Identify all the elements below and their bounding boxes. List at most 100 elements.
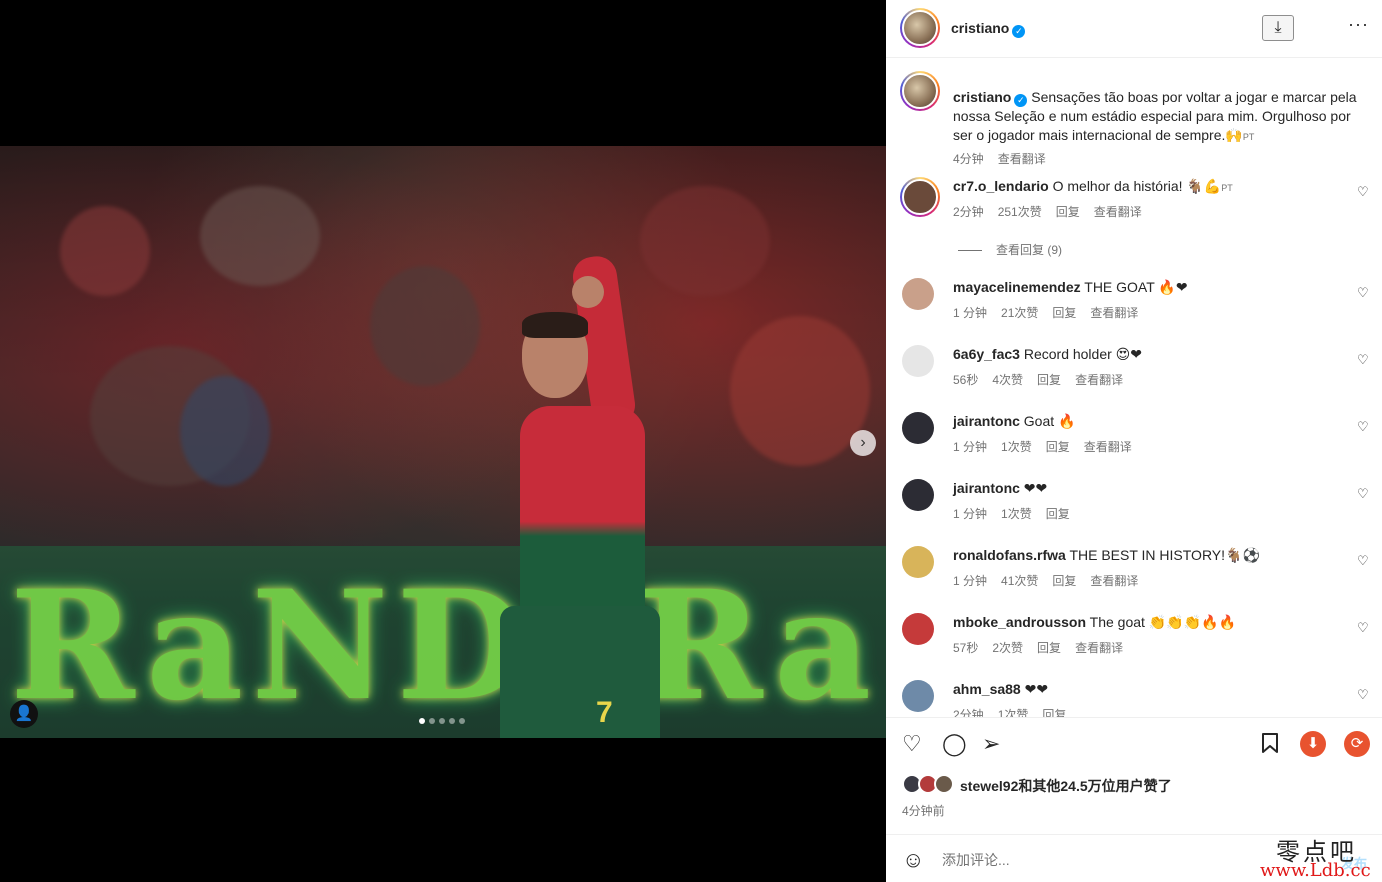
view-replies-link[interactable]: 查看回复 (9)	[958, 241, 1062, 258]
comment-like-icon[interactable]: ♡	[1357, 285, 1369, 301]
player-fist	[572, 276, 604, 308]
language-tag: PT	[1242, 132, 1255, 142]
author-username-text[interactable]: cristiano	[951, 20, 1009, 36]
caption-username[interactable]: cristiano	[953, 89, 1011, 105]
reply-link[interactable]: 回复	[1056, 205, 1080, 219]
comment-like-count[interactable]: 1次赞	[1001, 507, 1032, 521]
comment-row: cr7.o_lendario O melhor da história! 🐐💪P…	[900, 177, 1370, 237]
carousel-dot	[449, 718, 455, 724]
comment-row: mboke_androusson The goat 👏👏👏🔥🔥 57秒 2次赞 回复查…	[900, 613, 1370, 673]
commenter-avatar[interactable]	[902, 680, 934, 712]
carousel-dot	[439, 718, 445, 724]
comment-body: ahm_sa88 ❤❤	[953, 681, 1048, 698]
download-icon[interactable]: ⤓	[1262, 15, 1294, 41]
comment-time: 1 分钟	[953, 440, 988, 454]
comment-like-icon[interactable]: ♡	[1357, 687, 1369, 703]
crowd-blob	[200, 186, 320, 286]
commenter-avatar[interactable]	[902, 345, 934, 377]
comment-like-count[interactable]: 21次赞	[1001, 306, 1038, 320]
comment-time: 2分钟	[953, 708, 984, 717]
comment-text: Goat 🔥	[1023, 413, 1076, 429]
comment-like-count[interactable]: 1次赞	[1001, 440, 1032, 454]
reply-link[interactable]: 回复	[1042, 708, 1066, 717]
commenter-username[interactable]: jairantonc	[953, 413, 1020, 429]
comment-like-icon[interactable]: ♡	[1357, 184, 1369, 200]
reply-link[interactable]: 回复	[1037, 373, 1061, 387]
comment-like-icon[interactable]: ♡	[1357, 553, 1369, 569]
comment-text: Record holder 😍❤	[1023, 346, 1142, 362]
commenter-avatar[interactable]	[902, 613, 934, 645]
crowd-blob	[640, 186, 770, 296]
reply-link[interactable]: 回复	[1037, 641, 1061, 655]
comment-like-icon[interactable]: ♡	[1357, 352, 1369, 368]
commenter-username[interactable]: 6a6y_fac3	[953, 346, 1020, 362]
caption-meta: 4分钟 查看翻译	[953, 150, 1060, 167]
reply-link[interactable]: 回复	[1052, 306, 1076, 320]
crowd-blob	[730, 316, 870, 466]
comment-meta: 2分钟 251次赞 回复 查看翻译	[953, 203, 1156, 220]
download-media-icon[interactable]: ⬇	[1300, 731, 1326, 757]
commenter-username[interactable]: jairantonc	[953, 480, 1020, 496]
see-translation-link[interactable]: 查看翻译	[1094, 205, 1142, 219]
comment-like-icon[interactable]: ♡	[1357, 419, 1369, 435]
comment-time: 1 分钟	[953, 574, 988, 588]
tagged-users-icon[interactable]: 👤	[10, 700, 38, 728]
comment-like-icon[interactable]: ♡	[1357, 620, 1369, 636]
reply-link[interactable]: 回复	[1046, 440, 1070, 454]
commenter-username[interactable]: mayacelinemendez	[953, 279, 1081, 295]
carousel-dot	[429, 718, 435, 724]
commenter-avatar[interactable]	[902, 479, 934, 511]
author-username[interactable]: cristiano ✓	[951, 20, 1026, 38]
comments-list[interactable]: cristiano ✓ Sensações tão boas por voltar…	[886, 59, 1382, 717]
caption-emoji: 🙌	[1225, 128, 1243, 144]
commenter-avatar[interactable]	[902, 412, 934, 444]
comment-text: O melhor da história! 🐐💪	[1052, 178, 1222, 194]
comment-like-count[interactable]: 4次赞	[992, 373, 1023, 387]
emoji-icon[interactable]: ☺	[902, 848, 924, 872]
see-translation-link[interactable]: 查看翻译	[1090, 306, 1138, 320]
crowd-blob	[370, 266, 480, 386]
commenter-username[interactable]: cr7.o_lendario	[953, 178, 1049, 194]
comment-like-count[interactable]: 41次赞	[1001, 574, 1038, 588]
comment-icon[interactable]: ◯	[942, 732, 967, 756]
comment-body: mboke_androusson The goat 👏👏👏🔥🔥	[953, 614, 1236, 631]
commenter-avatar[interactable]	[902, 278, 934, 310]
post-photo[interactable]: RaNDeRa 7	[0, 146, 886, 738]
more-options-icon[interactable]: ···	[1348, 14, 1369, 35]
see-translation-link[interactable]: 查看翻译	[998, 152, 1046, 166]
replies-line	[958, 250, 982, 252]
comment-text: THE GOAT 🔥❤	[1084, 279, 1188, 295]
media-pane: RaNDeRa 7 › 👤	[0, 0, 886, 882]
comment-body: jairantonc Goat 🔥	[953, 413, 1075, 430]
reply-link[interactable]: 回复	[1046, 507, 1070, 521]
comment-body: ronaldofans.rfwa THE BEST IN HISTORY!🐐⚽	[953, 547, 1260, 564]
author-avatar[interactable]	[900, 8, 940, 48]
reply-link[interactable]: 回复	[1052, 574, 1076, 588]
like-icon[interactable]: ♡	[902, 732, 922, 756]
see-translation-link[interactable]: 查看翻译	[1090, 574, 1138, 588]
save-icon[interactable]	[1260, 732, 1280, 760]
view-replies-label[interactable]: 查看回复 (9)	[996, 243, 1062, 257]
crowd-blob	[60, 206, 150, 296]
share-icon[interactable]: ➢	[982, 732, 1000, 756]
next-slide-icon[interactable]: ›	[850, 430, 876, 456]
caption-avatar[interactable]	[900, 71, 940, 111]
commenter-avatar[interactable]	[902, 546, 934, 578]
commenter-username[interactable]: mboke_androusson	[953, 614, 1086, 630]
comment-like-icon[interactable]: ♡	[1357, 486, 1369, 502]
player-hair	[522, 312, 588, 338]
commenter-avatar[interactable]	[900, 177, 940, 217]
see-translation-link[interactable]: 查看翻译	[1084, 440, 1132, 454]
comment-like-count[interactable]: 2次赞	[992, 641, 1023, 655]
commenter-username[interactable]: ahm_sa88	[953, 681, 1021, 697]
commenter-username[interactable]: ronaldofans.rfwa	[953, 547, 1066, 563]
likes-count[interactable]: stewel92和其他24.5万位用户赞了	[960, 776, 1172, 796]
comment-like-count[interactable]: 1次赞	[998, 708, 1029, 717]
comment-like-count[interactable]: 251次赞	[998, 205, 1042, 219]
comment-input[interactable]	[942, 849, 1282, 871]
see-translation-link[interactable]: 查看翻译	[1075, 641, 1123, 655]
refresh-icon[interactable]: ⟳	[1344, 731, 1370, 757]
comment-row: jairantonc ❤❤ 1 分钟 1次赞 回复 ♡	[900, 479, 1370, 539]
see-translation-link[interactable]: 查看翻译	[1075, 373, 1123, 387]
watermark-url: www.Ldb.cc	[1260, 860, 1371, 881]
